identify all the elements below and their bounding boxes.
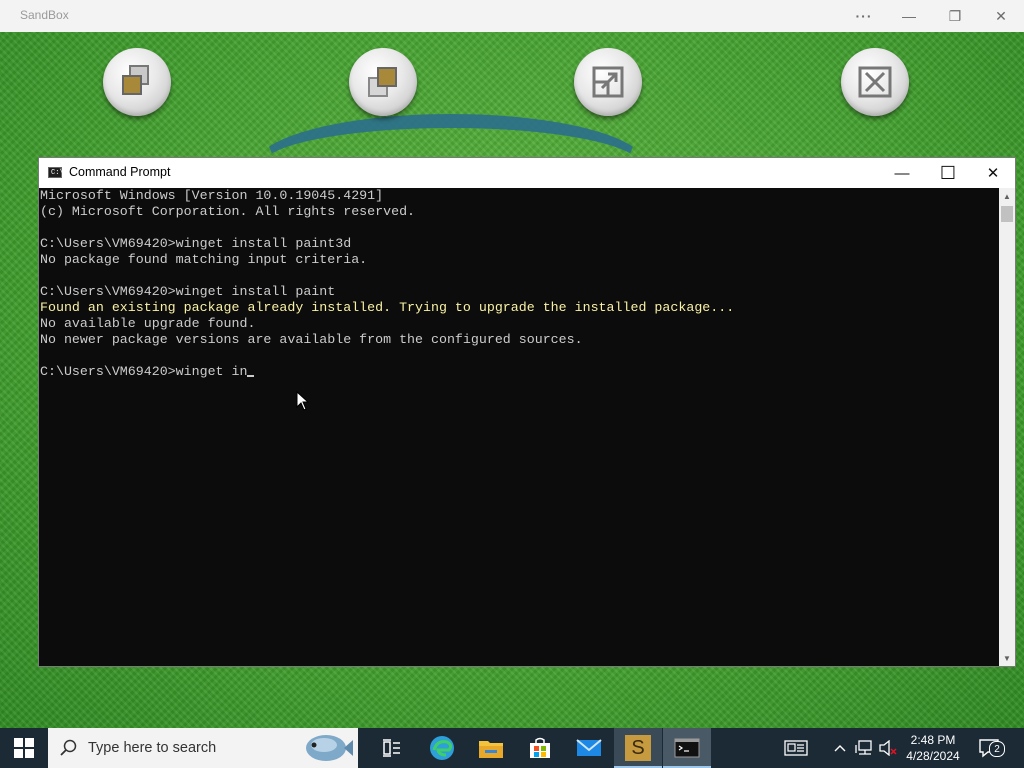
- console-line-text: No package found matching input criteria…: [40, 252, 368, 267]
- taskbar-search-box[interactable]: Type here to search: [48, 728, 358, 768]
- sandbox-app-icon: S: [625, 735, 651, 761]
- console-line: (c) Microsoft Corporation. All rights re…: [40, 204, 1000, 220]
- file-explorer-button[interactable]: [467, 728, 515, 768]
- sandbox-title-bar: SandBox ··· — ❐ ✕: [0, 0, 1024, 32]
- volume-button[interactable]: [876, 728, 900, 768]
- command-prompt-icon: [674, 738, 700, 758]
- edge-icon: [430, 736, 454, 760]
- scroll-thumb[interactable]: [1001, 206, 1013, 222]
- sandbox-window-title: SandBox: [20, 8, 69, 22]
- scroll-up-arrow-icon[interactable]: ▲: [999, 188, 1015, 204]
- console-line: C:\Users\VM69420>winget install paint3d: [40, 236, 1000, 252]
- show-hidden-icons-button[interactable]: [830, 728, 850, 768]
- volume-muted-icon: [879, 740, 897, 756]
- command-prompt-taskbar-button[interactable]: [663, 728, 711, 768]
- console-line: No newer package versions are available …: [40, 332, 1000, 348]
- mouse-pointer-icon: [296, 391, 310, 411]
- action-center-button[interactable]: 2: [972, 728, 1006, 768]
- taskbar: Type here to search S 2:48 PM 4/28/2024 …: [0, 728, 1024, 768]
- cmd-window-title: Command Prompt: [69, 165, 171, 179]
- resize-window-button[interactable]: [574, 48, 642, 116]
- search-icon: [60, 739, 77, 756]
- cmd-app-icon: C:\: [48, 167, 64, 178]
- console-line: C:\Users\VM69420>winget install paint: [40, 284, 1000, 300]
- layered-windows-icon: [368, 67, 397, 97]
- start-button[interactable]: [0, 728, 48, 768]
- fish-illustration-icon: [306, 735, 353, 761]
- console-line-text: C:\Users\VM69420>winget install paint3d: [40, 236, 352, 251]
- clock[interactable]: 2:48 PM 4/28/2024: [900, 728, 966, 768]
- cmd-maximize-button[interactable]: ☐: [925, 158, 971, 188]
- sandbox-minimize-button[interactable]: —: [886, 0, 932, 32]
- close-all-button[interactable]: [841, 48, 909, 116]
- clock-time: 2:48 PM: [910, 733, 956, 747]
- cascade-windows-button[interactable]: [349, 48, 417, 116]
- chevron-up-icon: [834, 745, 846, 752]
- console-line: Microsoft Windows [Version 10.0.19045.42…: [40, 188, 1000, 204]
- console-line-text: No available upgrade found.: [40, 316, 256, 331]
- more-options-button[interactable]: ···: [841, 0, 887, 32]
- restore-windows-button[interactable]: [103, 48, 171, 116]
- edge-button[interactable]: [418, 728, 466, 768]
- scroll-down-arrow-icon[interactable]: ▼: [999, 650, 1015, 666]
- console-line: C:\Users\VM69420>winget in: [40, 364, 1000, 380]
- mail-icon: [576, 739, 602, 756]
- console-line-text: C:\Users\VM69420>winget install paint: [40, 284, 336, 299]
- sandbox-close-button[interactable]: ✕: [978, 0, 1024, 32]
- console-line: Found an existing package already instal…: [40, 300, 1000, 316]
- console-line-text: Found an existing package already instal…: [40, 300, 735, 315]
- clock-date: 4/28/2024: [906, 749, 960, 763]
- console-line-text: No newer package versions are available …: [40, 332, 583, 347]
- resize-icon: [592, 66, 624, 98]
- console-line-text: (c) Microsoft Corporation. All rights re…: [40, 204, 416, 219]
- command-prompt-window[interactable]: C:\ Command Prompt — ☐ ✕ Microsoft Windo…: [38, 157, 1016, 667]
- network-button[interactable]: [853, 728, 875, 768]
- search-placeholder: Type here to search: [88, 740, 217, 756]
- console-line: No package found matching input criteria…: [40, 252, 1000, 268]
- console-scrollbar[interactable]: ▲ ▼: [999, 188, 1015, 666]
- console-line: No available upgrade found.: [40, 316, 1000, 332]
- cmd-icon-label: C:\: [51, 169, 64, 177]
- mail-button[interactable]: [565, 728, 613, 768]
- cmd-close-button[interactable]: ✕: [970, 158, 1016, 188]
- console-line-text: C:\Users\VM69420>winget in: [40, 364, 248, 379]
- cmd-title-bar[interactable]: C:\ Command Prompt — ☐ ✕: [39, 158, 1015, 188]
- console-line-text: Microsoft Windows [Version 10.0.19045.42…: [40, 188, 384, 203]
- news-icon: [784, 740, 808, 756]
- microsoft-store-icon: [530, 737, 550, 758]
- console-output[interactable]: Microsoft Windows [Version 10.0.19045.42…: [39, 188, 1000, 666]
- network-icon: [855, 740, 872, 755]
- file-explorer-icon: [479, 741, 503, 758]
- microsoft-store-button[interactable]: [516, 728, 564, 768]
- notification-count-badge: 2: [989, 741, 1005, 757]
- cmd-minimize-button[interactable]: —: [879, 158, 925, 188]
- overlapping-windows-icon: [122, 65, 149, 95]
- news-widget-button[interactable]: [778, 728, 814, 768]
- task-view-icon: [383, 739, 400, 757]
- windows-logo-icon: [14, 738, 34, 758]
- close-box-icon: [858, 66, 892, 98]
- sandbox-app-button[interactable]: S: [614, 728, 662, 768]
- task-view-button[interactable]: [368, 728, 416, 768]
- text-cursor: [247, 375, 255, 377]
- sandbox-restore-button[interactable]: ❐: [932, 0, 978, 32]
